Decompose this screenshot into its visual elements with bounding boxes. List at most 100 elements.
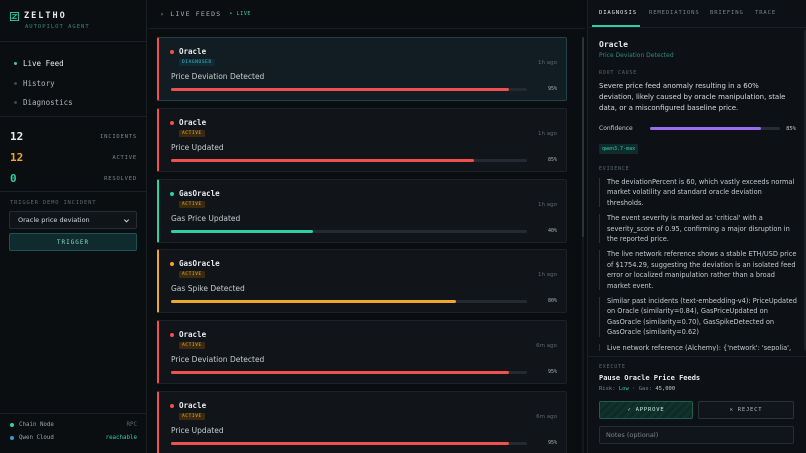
status-dot-icon	[10, 436, 14, 440]
severity-bar-fill	[171, 300, 456, 303]
tab-trace[interactable]: TRACE	[755, 10, 776, 16]
feed-title-text: LIVE FEEDS	[170, 10, 222, 18]
incident-name: GasOracle	[179, 259, 220, 268]
evidence-item: The live network reference shows a stabl…	[599, 249, 799, 291]
close-icon: ✕	[729, 407, 734, 413]
connection-qwen-cloud: Qwen Cloud reachable	[10, 435, 137, 441]
trigger-button[interactable]: TRIGGER	[9, 233, 137, 251]
status-badge: DIAGNOSED	[179, 59, 215, 66]
stat-active: 12 ACTIVE	[10, 147, 137, 168]
tab-diagnosis[interactable]: DIAGNOSIS	[599, 10, 637, 16]
incident-select[interactable]: Oracle price deviation	[9, 211, 137, 229]
approve-button[interactable]: ✓ APPROVE	[599, 401, 693, 419]
confidence-value: 85%	[786, 125, 796, 132]
stat-value: 12	[10, 130, 24, 143]
incident-card[interactable]: GasOracle ACTIVE 1h ago Gas Spike Detected 8…	[157, 249, 567, 313]
severity-dot-icon	[170, 404, 174, 408]
severity-percent: 95%	[547, 440, 557, 446]
connection-name: Qwen Cloud	[19, 435, 54, 441]
chevron-down-icon	[123, 218, 130, 222]
nav-dot-icon	[14, 62, 17, 66]
incident-description: Price Deviation Detected	[171, 355, 265, 364]
active-tab-indicator	[592, 25, 640, 27]
incident-name: Oracle	[179, 118, 207, 127]
incident-card[interactable]: Oracle ACTIVE 6m ago Price Updated 95%	[157, 391, 567, 453]
incident-description: Gas Spike Detected	[171, 284, 245, 293]
stat-value: 12	[10, 151, 24, 164]
severity-dot-icon	[170, 333, 174, 337]
divider	[148, 28, 585, 29]
notes-input[interactable]	[599, 426, 794, 444]
nav-item-live-feed[interactable]: Live Feed	[14, 54, 73, 74]
status-badge: ACTIVE	[179, 342, 205, 349]
connection-status: RPC	[126, 422, 137, 428]
incident-description: Price Updated	[171, 143, 224, 152]
nav-item-diagnostics[interactable]: Diagnostics	[14, 93, 73, 113]
stat-label: RESOLVED	[104, 175, 137, 182]
tab-remediations[interactable]: REMEDIATIONS	[649, 10, 700, 16]
reject-button[interactable]: ✕ REJECT	[698, 401, 794, 419]
evidence-item: Live network reference (Alchemy): {'netw…	[599, 343, 799, 351]
nav-label: Live Feed	[23, 59, 64, 69]
severity-bar	[171, 159, 527, 162]
severity-bar-fill	[171, 88, 510, 91]
stat-label: INCIDENTS	[99, 133, 137, 140]
incident-card[interactable]: GasOracle ACTIVE 1h ago Gas Price Updated 40…	[157, 179, 567, 243]
incident-description: Price Updated	[171, 426, 224, 435]
severity-bar	[171, 88, 527, 91]
severity-percent: 40%	[547, 228, 557, 234]
confidence-row: Confidence 85%	[599, 125, 796, 132]
execute-section: EXECUTE Pause Oracle Price Feeds Risk: L…	[588, 356, 806, 453]
nav-label: History	[23, 78, 55, 88]
brand-name: ZELTHO	[24, 11, 67, 21]
severity-percent: 95%	[547, 86, 557, 92]
model-badge: qwen3.7-max	[599, 144, 639, 154]
nav-item-history[interactable]: History	[14, 74, 73, 94]
incident-time: 1h ago	[538, 131, 557, 137]
evidence-item: The event severity is marked as 'critica…	[599, 213, 799, 244]
status-badge: ACTIVE	[179, 413, 205, 420]
incident-time: 6m ago	[536, 343, 557, 349]
execute-label: EXECUTE	[599, 364, 626, 370]
severity-bar-fill	[171, 230, 314, 233]
severity-dot-icon	[170, 192, 174, 196]
evidence-item: Similar past incidents (text-embedding-v…	[599, 296, 799, 338]
feed-scrollbar-thumb[interactable]	[582, 37, 584, 237]
evidence-label: EVIDENCE	[599, 166, 630, 172]
trigger-title: TRIGGER DEMO INCIDENT	[10, 200, 97, 206]
evidence-item: The deviationPercent is 60, which vastly…	[599, 177, 799, 208]
incident-name: GasOracle	[179, 189, 220, 198]
risk-value: Low	[618, 386, 629, 392]
confidence-fill	[650, 127, 761, 130]
severity-bar-fill	[171, 442, 510, 445]
incident-select-value: Oracle price deviation	[18, 216, 90, 224]
incident-feed: Oracle DIAGNOSED 1h ago Price Deviation Det…	[157, 37, 577, 453]
nav-label: Diagnostics	[23, 98, 73, 108]
incident-name: Oracle	[179, 330, 207, 339]
incident-time: 1h ago	[538, 60, 557, 66]
severity-dot-icon	[170, 262, 174, 266]
check-icon: ✓	[627, 407, 632, 413]
incident-description: Gas Price Updated	[171, 214, 241, 223]
incident-description: Price Deviation Detected	[171, 72, 265, 81]
severity-percent: 85%	[547, 157, 557, 163]
incident-name: Oracle	[179, 401, 207, 410]
severity-percent: 80%	[547, 298, 557, 304]
tab-briefing[interactable]: BRIEFING	[710, 10, 744, 16]
sidebar: ZELTHO AUTOPILOT AGENT Live Feed History…	[0, 0, 147, 453]
incident-card[interactable]: Oracle DIAGNOSED 1h ago Price Deviation Det…	[157, 37, 567, 101]
logo-icon	[10, 11, 19, 21]
status-badge: ACTIVE	[179, 201, 205, 208]
root-cause-text: Severe price feed anomaly resulting in a…	[599, 82, 786, 112]
severity-bar	[171, 442, 527, 445]
evidence-list: The deviationPercent is 60, which vastly…	[599, 177, 799, 351]
gas-label: Gas:	[638, 386, 652, 392]
action-meta: Risk: Low · Gas: 45,000	[599, 386, 676, 392]
incident-card[interactable]: Oracle ACTIVE 6m ago Price Deviation Detect…	[157, 320, 567, 384]
severity-dot-icon	[170, 50, 174, 54]
incident-card[interactable]: Oracle ACTIVE 1h ago Price Updated 85%	[157, 108, 567, 172]
feed-header: › LIVE FEEDS • LIVE	[160, 10, 251, 18]
approve-label: APPROVE	[635, 407, 665, 413]
divider	[0, 41, 147, 42]
panel-subtitle: Price Deviation Detected	[599, 52, 674, 59]
